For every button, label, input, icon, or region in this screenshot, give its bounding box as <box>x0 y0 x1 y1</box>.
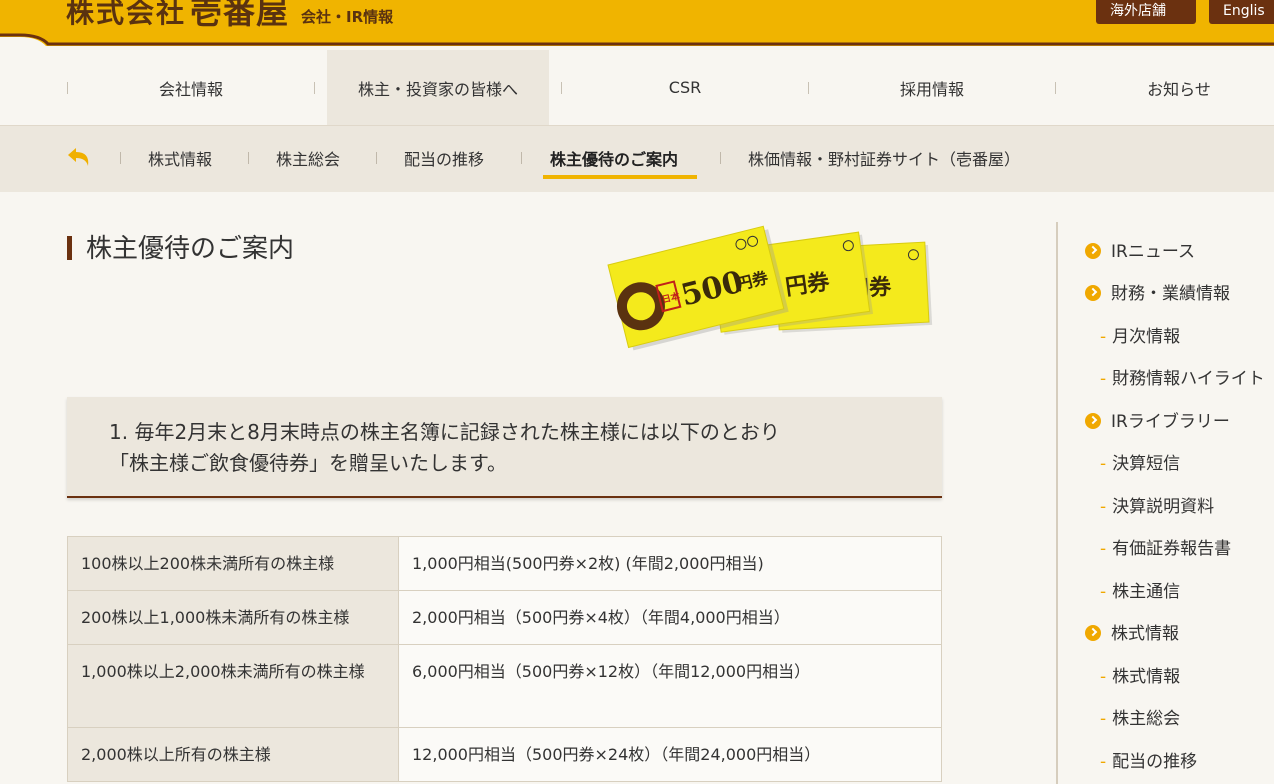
dash-icon: - <box>1100 497 1107 517</box>
sidebar-item-presentation[interactable]: - 決算説明資料 <box>1100 495 1214 519</box>
benefits-table: 100株以上200株未満所有の株主様 1,000円相当(500円券×2枚) (年… <box>67 536 942 782</box>
table-row: 1,000株以上2,000株未満所有の株主様 6,000円相当（500円券×12… <box>67 644 942 728</box>
sidebar-item-earnings[interactable]: - 決算短信 <box>1100 452 1180 476</box>
logo-company: 株式会社 <box>66 0 187 29</box>
dash-icon: - <box>1100 539 1107 559</box>
nav-item-label: 株主・投資家の皆様へ <box>357 79 518 99</box>
nav-item-label: 会社情報 <box>158 79 223 99</box>
sidebar-item-stock-info-sub[interactable]: - 株式情報 <box>1100 665 1180 689</box>
nav-item-company[interactable]: 会社情報 <box>68 50 314 125</box>
subnav-item-shareholder-benefits[interactable]: 株主優待のご案内 <box>550 146 678 170</box>
sidebar-item-ir-library[interactable]: IRライブラリー <box>1085 410 1230 434</box>
benefit-notice: 1. 毎年2月末と8月末時点の株主名簿に記録された株主様には以下のとおり 「株主… <box>67 397 942 498</box>
holding-cell: 2,000株以上所有の株主様 <box>67 727 399 782</box>
subnav-separator <box>248 152 249 164</box>
table-row: 2,000株以上所有の株主様 12,000円相当（500円券×24枚）（年間24… <box>67 727 942 782</box>
nav-item-label: お知らせ <box>1147 79 1211 99</box>
sidebar-item-label: IRライブラリー <box>1111 412 1230 432</box>
dash-icon: - <box>1100 752 1107 772</box>
subnav-item-shareholders-meeting[interactable]: 株主総会 <box>276 146 340 170</box>
sidebar-item-label: 決算説明資料 <box>1112 497 1215 517</box>
sidebar-divider <box>1056 222 1058 784</box>
header-curve <box>0 33 1274 50</box>
sidebar-item-shareholder-letter[interactable]: - 株主通信 <box>1100 580 1180 604</box>
overseas-stores-button[interactable]: 海外店舗 <box>1096 0 1196 24</box>
sidebar-item-label: 株式情報 <box>1112 667 1181 687</box>
sidebar-item-stock-info[interactable]: 株式情報 <box>1085 622 1179 646</box>
benefit-cell: 12,000円相当（500円券×24枚）（年間24,000円相当） <box>398 727 942 782</box>
holding-cell: 100株以上200株未満所有の株主様 <box>67 536 399 591</box>
nav-item-csr[interactable]: CSR <box>562 50 808 125</box>
sidebar-item-label: 決算短信 <box>1112 454 1181 474</box>
subnav-item-dividends[interactable]: 配当の推移 <box>404 146 484 170</box>
sidebar-item-label: 株式情報 <box>1111 624 1179 644</box>
chevron-circle-icon <box>1085 413 1101 429</box>
nav-item-label: 採用情報 <box>899 79 964 99</box>
site-logo[interactable]: 株式会社 壱番屋 会社・IR情報 <box>66 0 393 28</box>
notice-line-1: 1. 毎年2月末と8月末時点の株主名簿に記録された株主様には以下のとおり <box>109 420 780 444</box>
table-row: 200株以上1,000株未満所有の株主様 2,000円相当（500円券×4枚）（… <box>67 590 942 645</box>
dash-icon: - <box>1100 667 1107 687</box>
subnav-separator <box>376 152 377 164</box>
nav-item-label: CSR <box>668 78 702 97</box>
sidebar-item-dividends[interactable]: - 配当の推移 <box>1100 750 1197 774</box>
chevron-circle-icon <box>1085 243 1101 259</box>
logo-subtitle: 会社・IR情報 <box>301 8 394 26</box>
holding-cell: 200株以上1,000株未満所有の株主様 <box>67 590 399 645</box>
sidebar-item-label: 月次情報 <box>1112 327 1181 347</box>
sidebar-item-ir-news[interactable]: IRニュース <box>1085 240 1195 264</box>
dash-icon: - <box>1100 582 1107 602</box>
site-header: 株式会社 壱番屋 会社・IR情報 海外店舗 Englis <box>0 0 1274 50</box>
subnav-item-stock-info[interactable]: 株式情報 <box>148 146 212 170</box>
sidebar-item-label: 株主通信 <box>1112 582 1181 602</box>
back-arrow-icon[interactable] <box>66 144 94 172</box>
benefit-cell: 1,000円相当(500円券×2枚) (年間2,000円相当) <box>398 536 942 591</box>
chevron-circle-icon <box>1085 285 1101 301</box>
page-title: 株主優待のご案内 <box>86 234 295 264</box>
benefit-cell: 6,000円相当（500円券×12枚）（年間12,000円相当） <box>398 644 942 728</box>
subnav-separator <box>720 152 721 164</box>
nav-item-news[interactable]: お知らせ <box>1056 50 1274 125</box>
notice-text: 1. 毎年2月末と8月末時点の株主名簿に記録された株主様には以下のとおり 「株主… <box>109 417 909 479</box>
sidebar-item-label: 財務情報ハイライト <box>1112 369 1265 389</box>
benefit-tickets-image: 円券 円券 日本 500 円券 <box>607 225 933 351</box>
dash-icon: - <box>1100 709 1107 729</box>
sidebar-item-label: 有価証券報告書 <box>1112 539 1232 559</box>
sidebar-item-highlights[interactable]: - 財務情報ハイライト <box>1100 367 1265 391</box>
logo-brand: 壱番屋 <box>190 0 290 31</box>
sidebar-item-label: 配当の推移 <box>1112 752 1198 772</box>
title-accent-bar <box>67 236 72 260</box>
sidebar-item-meeting[interactable]: - 株主総会 <box>1100 707 1180 731</box>
sidebar-item-label: 財務・業績情報 <box>1111 284 1230 304</box>
chevron-circle-icon <box>1085 625 1101 641</box>
benefit-cell: 2,000円相当（500円券×4枚）（年間4,000円相当） <box>398 590 942 645</box>
dash-icon: - <box>1100 327 1107 347</box>
sidebar-item-securities-report[interactable]: - 有価証券報告書 <box>1100 537 1231 561</box>
nav-separator <box>314 82 315 94</box>
dash-icon: - <box>1100 454 1107 474</box>
nav-item-investors[interactable]: 株主・投資家の皆様へ <box>327 50 549 125</box>
table-row: 100株以上200株未満所有の株主様 1,000円相当(500円券×2枚) (年… <box>67 536 942 591</box>
notice-line-2: 「株主様ご飲食優待券」を贈呈いたします。 <box>109 451 507 475</box>
subnav-separator <box>521 152 522 164</box>
holding-cell: 1,000株以上2,000株未満所有の株主様 <box>67 644 399 728</box>
sidebar-item-label: 株主総会 <box>1112 709 1181 729</box>
main-nav: 会社情報 株主・投資家の皆様へ CSR 採用情報 お知らせ <box>0 50 1274 125</box>
english-button[interactable]: Englis <box>1209 0 1274 24</box>
sidebar-item-label: IRニュース <box>1111 242 1195 262</box>
sidebar-item-financials[interactable]: 財務・業績情報 <box>1085 282 1230 306</box>
subnav-separator <box>120 152 121 164</box>
subnav-item-stock-price[interactable]: 株価情報・野村証券サイト（壱番屋） <box>748 146 1020 170</box>
sub-nav: 株式情報 株主総会 配当の推移 株主優待のご案内 株価情報・野村証券サイト（壱番… <box>0 125 1274 192</box>
sidebar-item-monthly[interactable]: - 月次情報 <box>1100 325 1180 349</box>
nav-item-recruit[interactable]: 採用情報 <box>809 50 1055 125</box>
dash-icon: - <box>1100 369 1107 389</box>
active-tab-underline <box>543 175 697 179</box>
